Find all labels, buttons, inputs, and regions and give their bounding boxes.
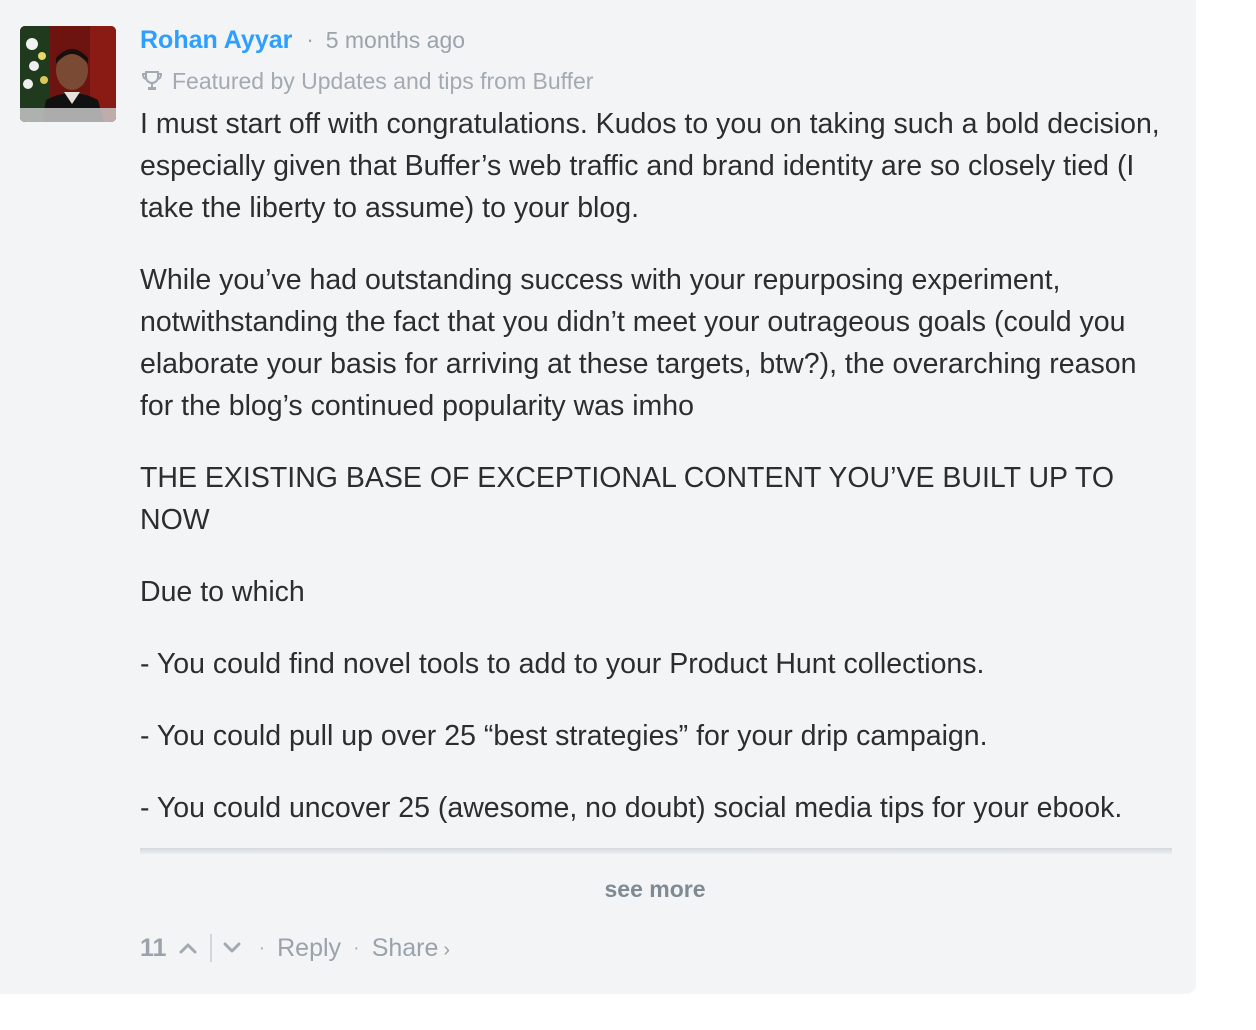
trophy-icon: [140, 69, 164, 93]
author-name-link[interactable]: Rohan Ayyar: [140, 26, 292, 55]
featured-badge: Featured by Updates and tips from Buffer: [140, 64, 593, 98]
comment-paragraph: - You could find novel tools to add to y…: [140, 648, 985, 680]
featured-text: Featured by Updates and tips from Buffer: [172, 67, 594, 94]
see-more-button[interactable]: see more: [0, 876, 1196, 903]
avatar-photo: [20, 26, 116, 122]
comment-paragraph: I must start off with congratulations. K…: [140, 108, 1160, 224]
chevron-down-icon: [223, 942, 241, 953]
comment-body: I must start off with congratulations. K…: [140, 103, 1172, 849]
footer-separator: ·: [258, 936, 266, 959]
share-label: Share: [371, 933, 439, 962]
avatar[interactable]: [20, 26, 116, 122]
reply-link[interactable]: Reply: [277, 934, 341, 963]
comment-paragraph: Due to which: [140, 576, 305, 608]
comment-timestamp-link[interactable]: 5 months ago: [326, 27, 465, 54]
chevron-up-icon: [179, 943, 197, 954]
comment-paragraph: - You could pull up over 25 “best strate…: [140, 720, 988, 752]
share-link[interactable]: Share ›: [372, 934, 450, 963]
comment-card: Rohan Ayyar · 5 months ago Featured by U…: [0, 0, 1196, 994]
comment-paragraph: - You could uncover 25 (awesome, no doub…: [140, 792, 1123, 824]
upvote-button[interactable]: [174, 933, 202, 963]
vote-divider: [210, 934, 213, 962]
vote-count: 11: [140, 933, 167, 962]
footer-separator: ·: [353, 936, 360, 959]
comment-header: Rohan Ayyar · 5 months ago: [140, 22, 465, 58]
downvote-button[interactable]: [218, 933, 246, 963]
header-separator: ·: [306, 27, 314, 52]
comment-footer: 11 · Reply · Share ›: [140, 928, 450, 968]
comment-paragraph: THE EXISTING BASE OF EXCEPTIONAL CONTENT…: [140, 462, 1114, 536]
truncation-divider: [140, 848, 1172, 854]
chevron-right-icon: ›: [443, 938, 451, 961]
comment-paragraph: While you’ve had outstanding success wit…: [140, 264, 1137, 422]
